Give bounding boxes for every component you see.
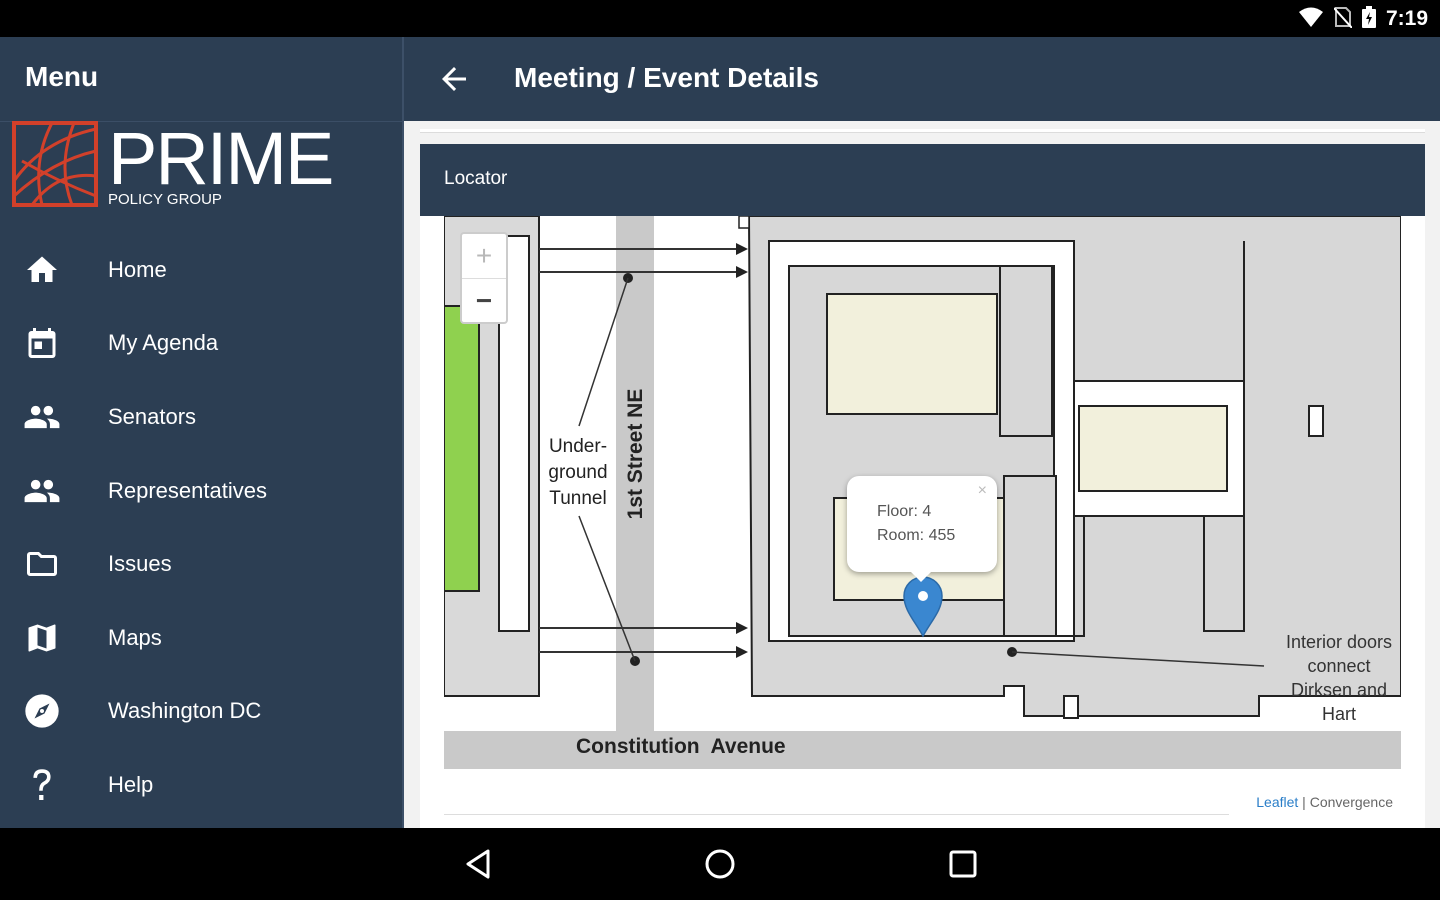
nav-label: Maps — [108, 624, 162, 650]
app-bar: Meeting / Event Details — [404, 37, 1440, 121]
globe-logo-icon — [12, 121, 98, 207]
triangle-back-icon — [466, 849, 490, 879]
system-recents-button[interactable] — [945, 846, 981, 882]
drawer-title: Menu — [25, 61, 99, 92]
compass-icon — [22, 691, 62, 731]
nav-label: Issues — [108, 551, 172, 577]
nav-label: Washington DC — [108, 698, 262, 724]
room-popup: × Floor: 4 Room: 455 — [847, 476, 997, 582]
map-attribution: Leaflet | Convergence — [1256, 794, 1393, 810]
back-button[interactable] — [436, 61, 472, 97]
street-label: 1st Street NE — [624, 388, 647, 520]
popup-floor: Floor: 4 — [877, 503, 932, 520]
navigation-drawer: Menu PRIME POLICY GROUP Home My Agenda S… — [0, 37, 404, 828]
main-panel: Meeting / Event Details Locator + − Unde… — [404, 37, 1440, 834]
popup-content: Floor: 4 Room: 455 — [877, 500, 955, 548]
battery-icon — [1361, 5, 1376, 33]
avenue-label: Constitution Avenue — [576, 735, 786, 758]
tunnel-label: Under- ground Tunnel — [548, 436, 608, 509]
zoom-out-button[interactable]: − — [462, 278, 506, 322]
app: Menu PRIME POLICY GROUP Home My Agenda S… — [0, 37, 1440, 834]
no-sim-icon — [1333, 6, 1353, 33]
help-icon — [22, 765, 62, 805]
popup-room: Room: 455 — [877, 527, 956, 544]
nav-item-washington-dc[interactable]: Washington DC — [0, 675, 404, 749]
nav-item-issues[interactable]: Issues — [0, 527, 404, 601]
logo-wordmark: PRIME — [108, 117, 334, 200]
people-icon — [22, 471, 62, 511]
system-back-button[interactable] — [460, 846, 496, 882]
leaflet-link[interactable]: Leaflet — [1256, 794, 1298, 810]
zoom-in-button[interactable]: + — [462, 234, 506, 278]
content-area: Locator + − Under- ground Tunnel 1st Str… — [404, 121, 1440, 834]
nav-item-representatives[interactable]: Representatives — [0, 454, 404, 528]
locator-header: Locator — [420, 144, 1425, 216]
nav-label: Representatives — [108, 477, 267, 503]
locator-map[interactable]: + − Under- ground Tunnel 1st Street NE C… — [444, 216, 1401, 772]
doors-label: Interior doors connect Dirksen and Hart — [1285, 632, 1393, 724]
status-time: 7:19 — [1385, 7, 1428, 30]
prime-logo: PRIME POLICY GROUP — [12, 121, 352, 211]
folder-icon — [22, 544, 62, 584]
status-icons: 7:19 — [1298, 5, 1428, 33]
locator-title: Locator — [444, 168, 508, 189]
arrow-back-icon — [442, 67, 466, 91]
logo-subtitle: POLICY GROUP — [108, 191, 222, 208]
square-recents-icon — [949, 850, 977, 878]
card-divider — [420, 129, 1425, 133]
attribution-separator: | — [1298, 794, 1310, 810]
drawer-nav: Home My Agenda Senators Representatives — [0, 233, 404, 822]
wifi-icon — [1298, 6, 1324, 33]
nav-item-home[interactable]: Home — [0, 233, 404, 307]
nav-item-maps[interactable]: Maps — [0, 601, 404, 675]
circle-home-icon — [705, 849, 735, 879]
locator-card: Locator + − Under- ground Tunnel 1st Str… — [420, 144, 1425, 834]
map-icon — [22, 618, 62, 658]
attribution-provider: Convergence — [1309, 794, 1393, 810]
nav-label: Senators — [108, 403, 197, 429]
home-icon — [22, 250, 62, 290]
zoom-control: + − — [460, 232, 508, 324]
page-title: Meeting / Event Details — [514, 62, 819, 93]
people-icon — [22, 397, 62, 437]
calendar-icon — [22, 323, 62, 363]
popup-close-button[interactable]: × — [978, 482, 987, 500]
nav-item-help[interactable]: Help — [0, 748, 404, 822]
nav-label: Help — [108, 771, 154, 797]
status-bar: 7:19 — [0, 0, 1440, 37]
popup-tip — [907, 568, 935, 582]
card-bottom-divider — [444, 814, 1229, 815]
nav-item-my-agenda[interactable]: My Agenda — [0, 307, 404, 381]
nav-item-senators[interactable]: Senators — [0, 380, 404, 454]
nav-label: My Agenda — [108, 330, 219, 356]
nav-label: Home — [108, 256, 167, 282]
system-nav-bar — [0, 828, 1440, 900]
system-home-button[interactable] — [702, 846, 738, 882]
